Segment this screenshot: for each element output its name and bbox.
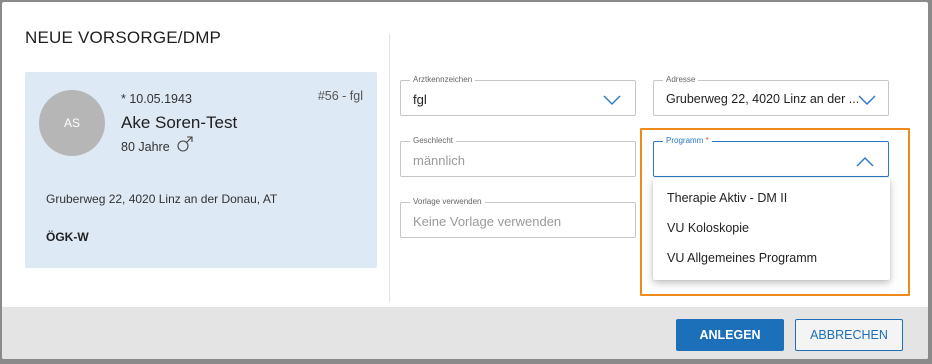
adresse-value: Gruberweg 22, 4020 Linz an der ... xyxy=(666,92,860,106)
abbrechen-button[interactable]: ABBRECHEN xyxy=(795,319,903,351)
arztkennzeichen-label: Arztkennzeichen xyxy=(410,75,476,85)
geschlecht-label: Geschlecht xyxy=(410,136,457,146)
anlegen-button[interactable]: ANLEGEN xyxy=(676,319,784,351)
vorlage-label: Vorlage verwenden xyxy=(410,197,485,207)
patient-address: Gruberweg 22, 4020 Linz an der Donau, AT xyxy=(46,192,278,206)
dialog-title: NEUE VORSORGE/DMP xyxy=(25,28,222,47)
chevron-down-icon[interactable] xyxy=(858,93,876,105)
programm-dropdown: Therapie Aktiv - DM II VU Koloskopie VU … xyxy=(653,178,890,280)
avatar: AS xyxy=(39,90,105,156)
patient-age: 80 Jahre xyxy=(121,140,170,154)
new-vorsorge-dialog: NEUE VORSORGE/DMP AS * 10.05.1943 #56 - … xyxy=(2,2,928,359)
geschlecht-field: Geschlecht männlich xyxy=(400,136,636,177)
dialog-footer: ANLEGEN ABBRECHEN xyxy=(2,307,928,359)
male-icon xyxy=(176,135,194,153)
adresse-label: Adresse xyxy=(663,75,699,85)
vorlage-select[interactable]: Vorlage verwenden Keine Vorlage verwende… xyxy=(400,197,636,238)
programm-option-vu-allgemeines[interactable]: VU Allgemeines Programm xyxy=(653,243,890,273)
patient-card: AS * 10.05.1943 #56 - fgl Ake Soren-Test… xyxy=(25,72,377,268)
chevron-down-icon[interactable] xyxy=(603,93,621,105)
arztkennzeichen-value: fgl xyxy=(413,92,427,107)
patient-age-row: 80 Jahre xyxy=(121,135,194,156)
patient-id: #56 - fgl xyxy=(317,89,363,103)
vorlage-placeholder: Keine Vorlage verwenden xyxy=(413,214,562,229)
patient-name: Ake Soren-Test xyxy=(121,113,238,132)
geschlecht-value: männlich xyxy=(413,153,466,168)
arztkennzeichen-select[interactable]: Arztkennzeichen fgl xyxy=(400,75,636,116)
vertical-divider xyxy=(389,34,390,302)
patient-insurance: ÖGK-W xyxy=(46,230,89,244)
adresse-select[interactable]: Adresse Gruberweg 22, 4020 Linz an der .… xyxy=(653,75,889,116)
programm-option-therapie-aktiv[interactable]: Therapie Aktiv - DM II xyxy=(653,183,890,213)
programm-option-vu-koloskopie[interactable]: VU Koloskopie xyxy=(653,213,890,243)
patient-dob: * 10.05.1943 xyxy=(121,92,192,106)
